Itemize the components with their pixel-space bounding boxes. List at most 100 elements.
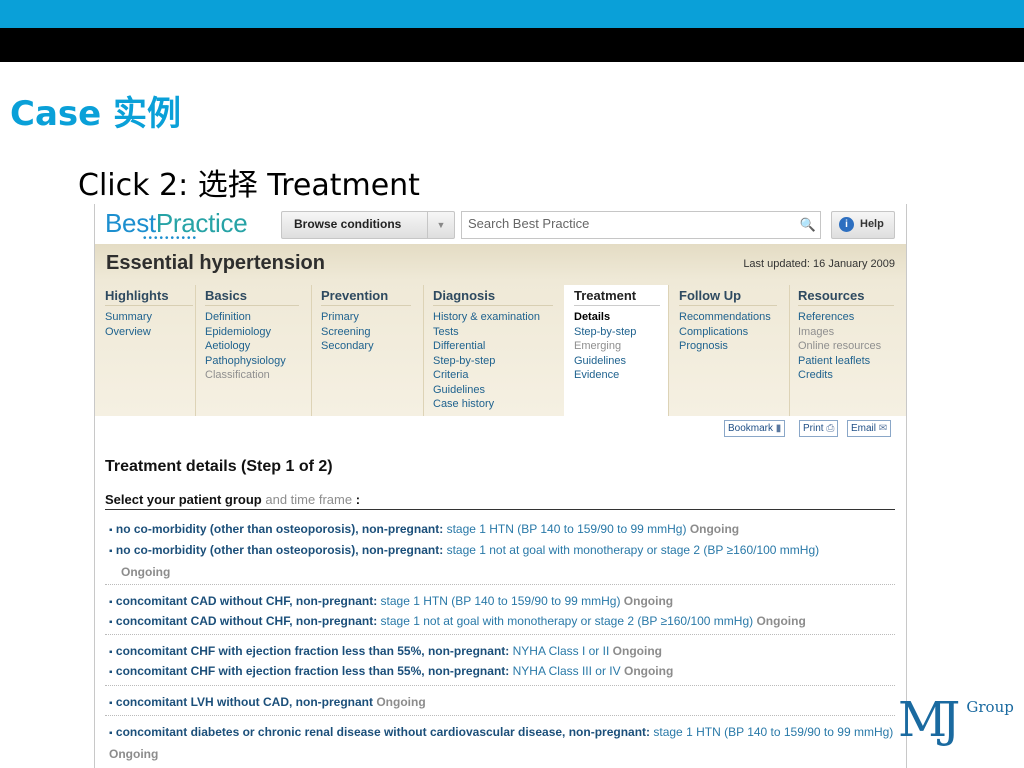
nav-link-complications[interactable]: Complications <box>679 325 771 340</box>
slide-title: Case 实例 <box>10 94 182 134</box>
nav-link-primary[interactable]: Primary <box>321 310 374 325</box>
dropdown-arrow-icon[interactable]: ▼ <box>427 212 454 238</box>
nav-heading-highlights[interactable]: Highlights <box>105 288 193 306</box>
search-input[interactable] <box>468 216 788 231</box>
nav-col-treatment: Treatment Details Step-by-step Emerging … <box>564 285 668 416</box>
envelope-icon: ✉ <box>878 423 888 434</box>
option-timeframe: Ongoing <box>376 695 426 709</box>
option-timeframe: Ongoing <box>623 594 674 608</box>
nav-link-overview[interactable]: Overview <box>105 325 152 340</box>
nav-link-diagnosis-guidelines[interactable]: Guidelines <box>433 383 540 398</box>
treatment-details-title: Treatment details (Step 1 of 2) <box>105 458 333 475</box>
option-timeframe: Ongoing <box>689 522 740 536</box>
bullet-icon: ▪ <box>109 617 113 628</box>
site-header: BestPractice •••••••••• Browse condition… <box>95 204 906 244</box>
help-button[interactable]: i Help <box>831 211 895 239</box>
nav-link-screening[interactable]: Screening <box>321 325 374 340</box>
patient-group-option[interactable]: ▪ concomitant diabetes or chronic renal … <box>109 722 895 764</box>
tab-treatment[interactable]: Treatment <box>574 288 660 306</box>
option-group: concomitant diabetes or chronic renal di… <box>115 725 651 739</box>
nav-link-criteria[interactable]: Criteria <box>433 368 540 383</box>
heading-rule <box>105 509 895 510</box>
nav-col-resources: Resources References Images Online resou… <box>788 285 906 416</box>
option-stage: NYHA Class I or II <box>512 644 610 658</box>
bmj-group-text: Group <box>966 698 1014 716</box>
print-button[interactable]: Print ⎙ <box>799 420 839 437</box>
option-group: no co-morbidity (other than osteoporosis… <box>115 543 444 557</box>
nav-heading-prevention[interactable]: Prevention <box>321 288 411 306</box>
condition-nav-band: Essential hypertension Last updated: 16 … <box>95 244 906 416</box>
nav-heading-basics[interactable]: Basics <box>205 288 299 306</box>
option-group: concomitant CHF with ejection fraction l… <box>115 664 510 678</box>
nav-link-evidence[interactable]: Evidence <box>574 368 636 383</box>
nav-heading-diagnosis[interactable]: Diagnosis <box>433 288 553 306</box>
last-updated: Last updated: 16 January 2009 <box>743 258 895 270</box>
nav-col-prevention: Prevention Primary Screening Secondary <box>311 285 424 416</box>
bullet-icon: ▪ <box>109 525 113 536</box>
info-icon: i <box>839 217 854 232</box>
patient-group-option[interactable]: ▪ no co-morbidity (other than osteoporos… <box>109 519 895 541</box>
nav-link-epidemiology[interactable]: Epidemiology <box>205 325 286 340</box>
group-separator <box>105 634 895 635</box>
printer-icon: ⎙ <box>826 423 835 434</box>
browse-conditions-button[interactable]: Browse conditions ▼ <box>281 211 455 239</box>
nav-col-highlights: Highlights Summary Overview <box>95 285 196 416</box>
option-group: concomitant CAD without CHF, non-pregnan… <box>115 594 378 608</box>
nav-link-case-history[interactable]: Case history <box>433 397 540 412</box>
patient-group-label: Select your patient group <box>105 492 262 507</box>
print-label: Print <box>803 423 824 434</box>
option-timeframe: Ongoing <box>121 565 171 579</box>
condition-title: Essential hypertension <box>106 252 325 274</box>
patient-group-option[interactable]: ▪ no co-morbidity (other than osteoporos… <box>109 540 895 582</box>
nav-link-patient-leaflets[interactable]: Patient leaflets <box>798 354 881 369</box>
nav-link-summary[interactable]: Summary <box>105 310 152 325</box>
nav-link-history-examination[interactable]: History & examination <box>433 310 540 325</box>
nav-link-classification: Classification <box>205 369 270 381</box>
option-stage: stage 1 HTN (BP 140 to 159/90 to 99 mmHg… <box>446 522 687 536</box>
option-group: concomitant CAD without CHF, non-pregnan… <box>115 614 378 628</box>
nav-col-basics: Basics Definition Epidemiology Aetiology… <box>195 285 312 416</box>
nav-link-recommendations[interactable]: Recommendations <box>679 310 771 325</box>
patient-group-option[interactable]: ▪ concomitant CHF with ejection fraction… <box>109 661 895 683</box>
bullet-icon: ▪ <box>109 546 113 557</box>
nav-link-pathophysiology[interactable]: Pathophysiology <box>205 354 286 369</box>
help-label: Help <box>860 218 884 230</box>
group-separator <box>105 715 895 716</box>
bullet-icon: ▪ <box>109 667 113 678</box>
bookmark-button[interactable]: Bookmark ▮ <box>724 420 786 437</box>
patient-group-heading: Select your patient group and time frame… <box>105 492 360 507</box>
patient-group-option[interactable]: ▪ concomitant CAD without CHF, non-pregn… <box>109 611 895 633</box>
nav-link-prognosis[interactable]: Prognosis <box>679 339 771 354</box>
nav-link-details[interactable]: Details <box>574 310 636 325</box>
slide-subtitle: Click 2: 选择 Treatment <box>78 168 420 203</box>
option-stage: stage 1 not at goal with monotherapy or … <box>380 614 754 628</box>
nav-link-definition[interactable]: Definition <box>205 310 286 325</box>
nav-link-secondary[interactable]: Secondary <box>321 339 374 354</box>
nav-link-credits[interactable]: Credits <box>798 368 881 383</box>
bullet-icon: ▪ <box>109 698 113 709</box>
nav-heading-follow-up[interactable]: Follow Up <box>679 288 777 306</box>
option-stage: stage 1 not at goal with monotherapy or … <box>446 543 820 557</box>
nav-link-diagnosis-step-by-step[interactable]: Step-by-step <box>433 354 540 369</box>
option-timeframe: Ongoing <box>756 614 806 628</box>
option-timeframe: Ongoing <box>109 747 159 761</box>
bookmark-label: Bookmark <box>728 423 774 434</box>
bookmark-icon: ▮ <box>775 423 782 434</box>
nav-link-treatment-step-by-step[interactable]: Step-by-step <box>574 325 636 340</box>
option-timeframe: Ongoing <box>623 664 674 678</box>
bmj-mark: MJ <box>898 692 960 748</box>
patient-group-option[interactable]: ▪ concomitant CHF with ejection fraction… <box>109 641 895 663</box>
nav-link-treatment-guidelines[interactable]: Guidelines <box>574 354 636 369</box>
email-button[interactable]: Email ✉ <box>847 420 892 437</box>
nav-link-images: Images <box>798 325 835 338</box>
patient-group-option[interactable]: ▪ concomitant CAD without CHF, non-pregn… <box>109 591 895 613</box>
nav-link-differential[interactable]: Differential <box>433 339 540 354</box>
nav-link-tests[interactable]: Tests <box>433 325 540 340</box>
patient-group-option[interactable]: ▪ concomitant LVH without CAD, non-pregn… <box>109 692 895 714</box>
bestpractice-screenshot: BestPractice •••••••••• Browse condition… <box>94 204 907 768</box>
nav-link-references[interactable]: References <box>798 310 881 325</box>
nav-link-aetiology[interactable]: Aetiology <box>205 339 286 354</box>
bullet-icon: ▪ <box>109 647 113 658</box>
nav-heading-resources[interactable]: Resources <box>798 288 894 306</box>
magnifier-icon[interactable]: 🔍 <box>800 217 816 233</box>
